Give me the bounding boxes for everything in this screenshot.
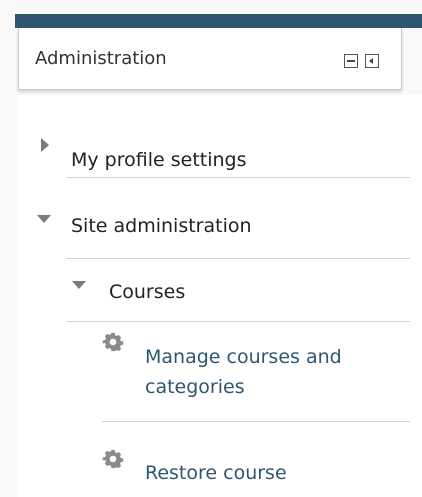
- divider: [66, 177, 410, 178]
- courses-label[interactable]: Courses: [109, 281, 185, 303]
- collapse-arrow-icon[interactable]: [37, 215, 51, 223]
- block-header-bar: [15, 14, 422, 28]
- collapse-arrow-icon[interactable]: [72, 281, 86, 289]
- site-administration-label[interactable]: Site administration: [71, 215, 252, 237]
- gear-icon: [102, 332, 124, 352]
- link-label-line-1[interactable]: Restore course: [145, 458, 287, 488]
- divider: [66, 321, 410, 322]
- page: Administration My profile settings Site …: [0, 0, 422, 497]
- divider: [102, 421, 410, 422]
- gear-icon: [102, 449, 124, 469]
- minimize-icon[interactable]: [344, 54, 358, 68]
- link-label-line-2[interactable]: categories: [145, 372, 342, 402]
- link-label-line-1[interactable]: Manage courses and: [145, 342, 342, 372]
- restore-course-link[interactable]: Restore course: [145, 458, 287, 488]
- administration-tree: My profile settings Site administration …: [18, 95, 422, 497]
- divider: [66, 258, 410, 259]
- expand-arrow-icon[interactable]: [41, 138, 49, 152]
- dock-left-icon[interactable]: [365, 54, 379, 68]
- manage-courses-and-categories-link[interactable]: Manage courses and categories: [145, 342, 342, 402]
- administration-block-header: Administration: [18, 28, 402, 90]
- block-title: Administration: [35, 48, 167, 69]
- my-profile-settings-label[interactable]: My profile settings: [71, 149, 247, 171]
